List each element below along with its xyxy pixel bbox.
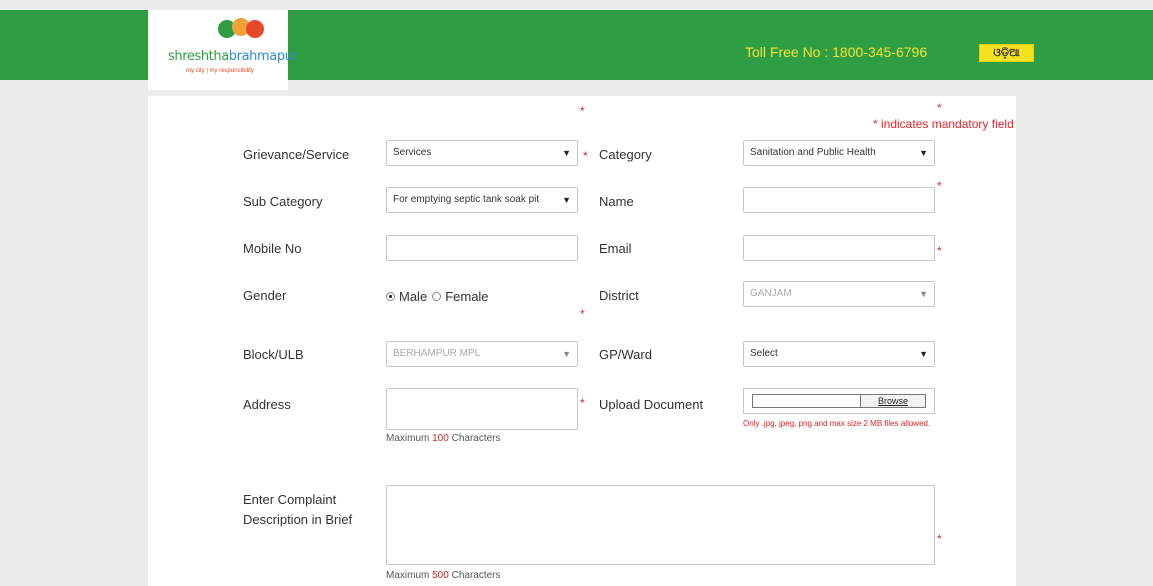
district-label: District: [599, 288, 639, 303]
upload-file-note: Only .jpg, jpeg, png and max size 2 MB f…: [743, 419, 931, 428]
block-ulb-label: Block/ULB: [243, 347, 304, 362]
mobile-label: Mobile No: [243, 241, 302, 256]
logo-name: shreshthabrahmapur: [168, 49, 298, 64]
sub-category-label: Sub Category: [243, 194, 323, 209]
gender-male-label[interactable]: Male: [399, 289, 427, 304]
address-label: Address: [243, 397, 291, 412]
dropdown-arrow-icon: ▼: [562, 349, 571, 359]
required-mark: *: [583, 149, 588, 163]
complaint-description-textarea[interactable]: [386, 485, 935, 565]
logo-tagline: my city | my responsibility: [186, 68, 254, 74]
description-label: Enter Complaint Description in Brief: [243, 492, 353, 527]
toll-free-number: Toll Free No : 1800-345-6796: [745, 44, 928, 60]
dropdown-arrow-icon: ▼: [562, 148, 571, 158]
name-label: Name: [599, 194, 634, 209]
language-toggle-button[interactable]: ଓଡ଼ିଆ: [979, 44, 1034, 62]
required-mark: *: [580, 104, 585, 118]
description-char-limit: Maximum 500 Characters: [386, 570, 501, 581]
name-input[interactable]: [743, 187, 935, 213]
gender-radio-group: Male Female: [386, 289, 494, 304]
category-select[interactable]: Sanitation and Public Health ▼: [743, 140, 935, 166]
required-mark: *: [580, 307, 585, 321]
gender-label: Gender: [243, 288, 287, 303]
address-textarea[interactable]: [386, 388, 578, 430]
gp-ward-select[interactable]: Select ▼: [743, 341, 935, 367]
gender-male-radio[interactable]: [386, 292, 395, 301]
dropdown-arrow-icon: ▼: [919, 148, 928, 158]
sub-category-select[interactable]: For emptying septic tank soak pit ▼: [386, 187, 578, 213]
block-ulb-select: BERHAMPUR MPL ▼: [386, 341, 578, 367]
required-mark: *: [580, 396, 585, 410]
grievance-service-select[interactable]: Services ▼: [386, 140, 578, 166]
mobile-input[interactable]: [386, 235, 578, 261]
required-mark: *: [937, 101, 942, 115]
gp-ward-label: GP/Ward: [599, 347, 652, 362]
browse-button[interactable]: Browse: [860, 394, 926, 408]
email-input[interactable]: [743, 235, 935, 261]
gender-female-label[interactable]: Female: [445, 289, 488, 304]
site-logo[interactable]: shreshthabrahmapur my city | my responsi…: [148, 10, 298, 90]
upload-file-path[interactable]: [752, 394, 860, 408]
upload-document-label: Upload Document: [599, 397, 704, 412]
dropdown-arrow-icon: ▼: [919, 289, 928, 299]
email-label: Email: [599, 241, 632, 256]
site-header: shreshthabrahmapur my city | my responsi…: [0, 10, 1153, 90]
district-select: GANJAM ▼: [743, 281, 935, 307]
upload-document-field: Browse: [743, 388, 935, 414]
gender-female-radio[interactable]: [432, 292, 442, 301]
required-mark: *: [937, 244, 942, 258]
required-mark: *: [937, 179, 942, 193]
address-char-limit: Maximum 100 Characters: [386, 433, 501, 444]
dropdown-arrow-icon: ▼: [562, 195, 571, 205]
mandatory-field-note: * indicates mandatory field: [873, 117, 1014, 131]
required-mark: *: [937, 532, 942, 546]
grievance-service-label: Grievance/Service: [243, 147, 350, 162]
dropdown-arrow-icon: ▼: [919, 349, 928, 359]
category-label: Category: [599, 147, 652, 162]
